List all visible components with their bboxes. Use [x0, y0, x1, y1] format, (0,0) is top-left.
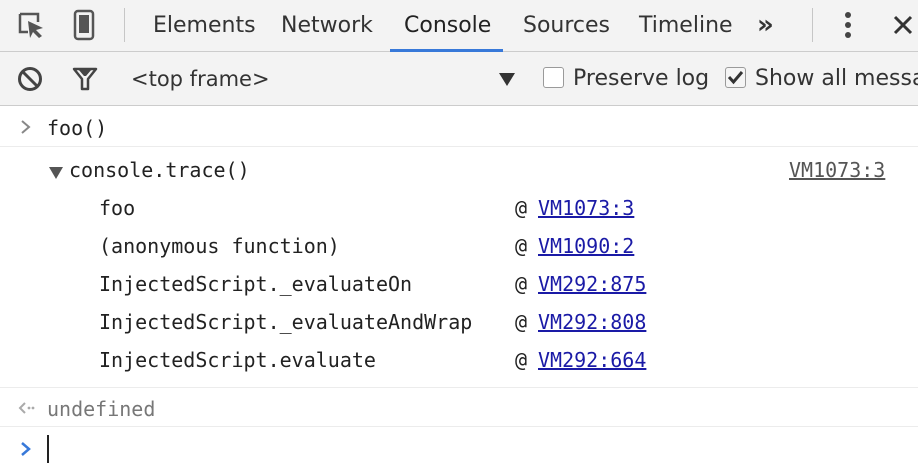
inspect-element-icon[interactable] — [14, 8, 48, 42]
text-cursor — [47, 435, 49, 463]
device-mode-icon[interactable] — [67, 8, 101, 42]
console-result-row: undefined — [0, 388, 918, 427]
stack-frame-function: InjectedScript._evaluateAndWrap — [99, 310, 473, 334]
stack-frame-at: @ — [515, 310, 528, 334]
prompt-chevron-icon — [16, 439, 36, 459]
expand-triangle-icon[interactable] — [48, 162, 64, 179]
vertical-dots-icon[interactable] — [831, 8, 865, 42]
trace-source-link[interactable]: VM1073:3 — [789, 157, 885, 183]
tab-console[interactable]: Console — [404, 0, 491, 52]
console-input-row: foo() — [0, 106, 918, 147]
preserve-log-label: Preserve log — [573, 66, 710, 91]
stack-frame-link[interactable]: VM1073:3 — [538, 195, 634, 221]
preserve-log-checkbox[interactable] — [543, 67, 564, 88]
console-output: foo() console.trace() VM1073:3 foo @ VM1… — [0, 106, 918, 472]
stack-frame-function: foo — [99, 196, 136, 220]
close-icon[interactable] — [886, 8, 918, 42]
stack-frame-function: InjectedScript.evaluate — [99, 348, 376, 372]
console-command-text: foo() — [47, 116, 108, 140]
stack-frame-at: @ — [515, 272, 528, 296]
tab-elements[interactable]: Elements — [153, 0, 256, 52]
toolbar-divider — [124, 8, 125, 42]
frame-select[interactable]: <top frame> — [131, 52, 270, 106]
command-chevron-icon — [16, 117, 36, 137]
show-all-messages-checkbox[interactable] — [725, 67, 746, 88]
stack-frame-link[interactable]: VM1090:2 — [538, 233, 634, 259]
stack-frame-link[interactable]: VM292:664 — [538, 347, 646, 373]
tab-sources[interactable]: Sources — [523, 0, 610, 52]
dropdown-arrow-icon[interactable] — [497, 70, 517, 88]
stack-frame-link[interactable]: VM292:808 — [538, 309, 646, 335]
tab-timeline[interactable]: Timeline — [639, 0, 733, 52]
devtools-tab-bar: Elements Network Console Sources Timelin… — [0, 0, 918, 52]
console-filter-bar: <top frame> Preserve log Show all messag — [0, 52, 918, 106]
filter-icon[interactable] — [68, 62, 102, 96]
stack-frame-at: @ — [515, 196, 528, 220]
console-trace-message: console.trace() VM1073:3 foo @ VM1073:3 … — [0, 147, 918, 388]
more-tabs-button[interactable]: » — [757, 0, 774, 52]
stack-frame-function: InjectedScript._evaluateOn — [99, 272, 413, 296]
tab-network[interactable]: Network — [281, 0, 373, 52]
console-result-text: undefined — [47, 397, 156, 421]
result-arrow-icon — [16, 398, 36, 418]
stack-frame-at: @ — [515, 234, 528, 258]
stack-frame-link[interactable]: VM292:875 — [538, 271, 646, 297]
stack-frame-at: @ — [515, 348, 528, 372]
stack-frame-function: (anonymous function) — [99, 234, 340, 258]
trace-title[interactable]: console.trace() — [69, 157, 250, 183]
console-prompt-row[interactable] — [0, 427, 918, 472]
clear-console-icon[interactable] — [13, 62, 47, 96]
toolbar-divider — [812, 8, 813, 42]
show-all-messages-label: Show all messag — [755, 66, 918, 91]
